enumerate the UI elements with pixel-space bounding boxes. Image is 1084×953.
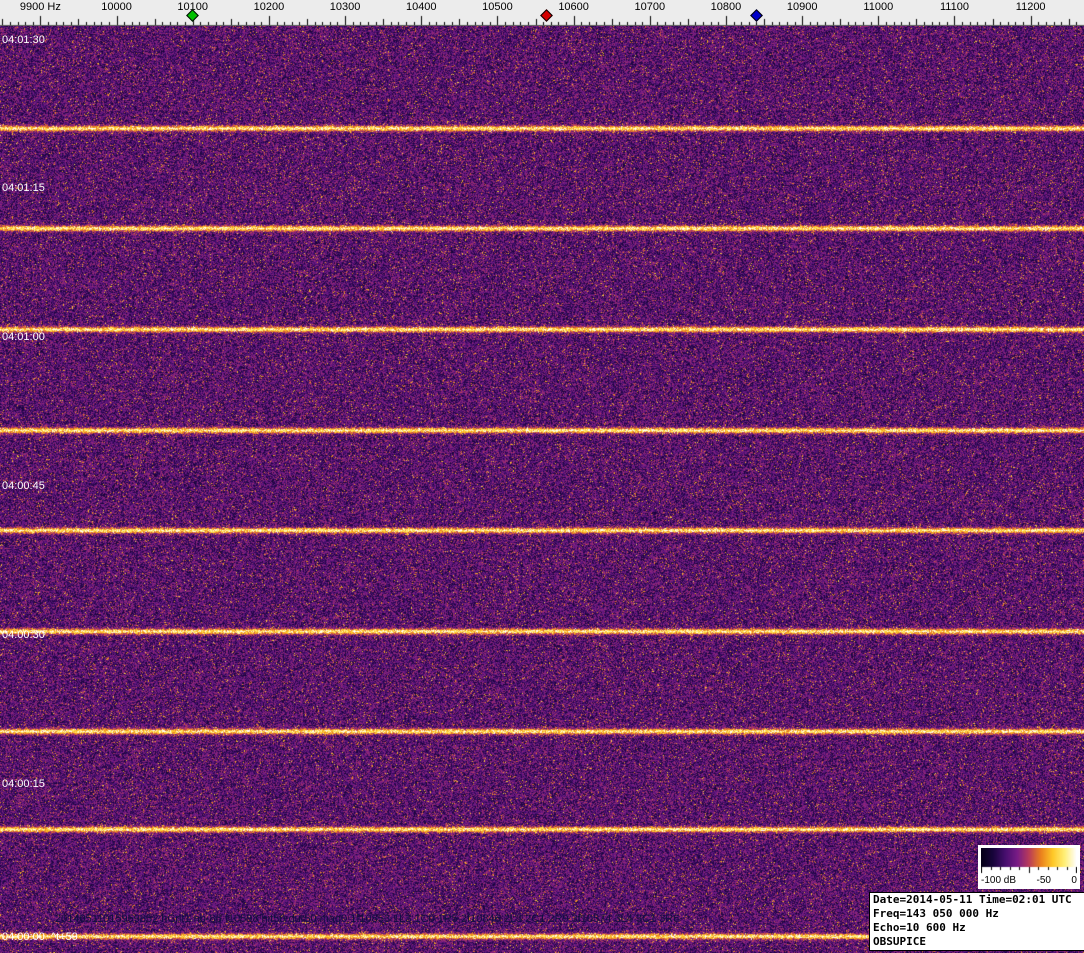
colorbar: -100 dB -50 0 [978,845,1080,889]
observation-info-box: Date=2014-05-11 Time=02:01 UTC Freq=143 … [869,892,1084,951]
time-tick-label: 04:00:45 [2,480,45,492]
colorbar-gradient [981,848,1077,874]
spectrogram-panel: 20140511015959852 hCnt1 nb-86 f10598 hit… [0,26,1084,953]
freq-tick-label: 10200 [253,1,285,13]
freq-tick-label: 11100 [940,1,969,13]
freq-tick-label: 9900 Hz [19,1,61,13]
time-tick-label: 04:00:15 [2,778,45,790]
colorbar-label-min: -100 dB [981,875,1017,886]
freq-tick-label: 10900 [786,1,818,13]
time-tick-label: 04:01:00 [2,331,45,343]
info-date-time: Date=2014-05-11 Time=02:01 UTC [873,893,1072,906]
time-tick-label: 04:01:30 [2,34,45,46]
freq-tick-label: 10400 [405,1,437,13]
freq-tick-label: 10000 [101,1,132,13]
frequency-ruler: 9900 Hz 10000 10100 10200 10300 10400 10500 106… [0,0,1084,26]
time-tick-label: 04:00:30 [2,629,45,641]
time-tick-label: 04:01:15 [2,182,45,194]
freq-tick-label: 11000 [863,1,894,13]
info-frequency: Freq=143 050 000 Hz [873,907,999,920]
freq-tick-label: 10700 [634,1,666,13]
spectrogram-window: 9900 Hz 10000 10100 10200 10300 10400 10500 106… [0,0,1084,953]
colorbar-label-max: 0 [1071,875,1077,886]
freq-tick-label: 11200 [1015,1,1046,13]
info-echo: Echo=10 600 Hz [873,921,966,934]
freq-tick-label: 10800 [710,1,742,13]
colorbar-label-mid: -50 [1036,875,1051,886]
detection-status-line: 20140511015959852 hCnt1 nb-86 f10598 hit… [55,913,680,925]
freq-tick-label: 10500 [482,1,513,13]
spectrogram-canvas [0,26,1084,953]
time-tick-label: 04:00:00 ^t+59 [2,931,78,943]
freq-tick-label: 10600 [558,1,589,13]
colorbar-labels: -100 dB -50 0 [981,875,1077,886]
info-station: OBSUPICE [873,935,926,948]
freq-tick-label: 10300 [329,1,361,13]
